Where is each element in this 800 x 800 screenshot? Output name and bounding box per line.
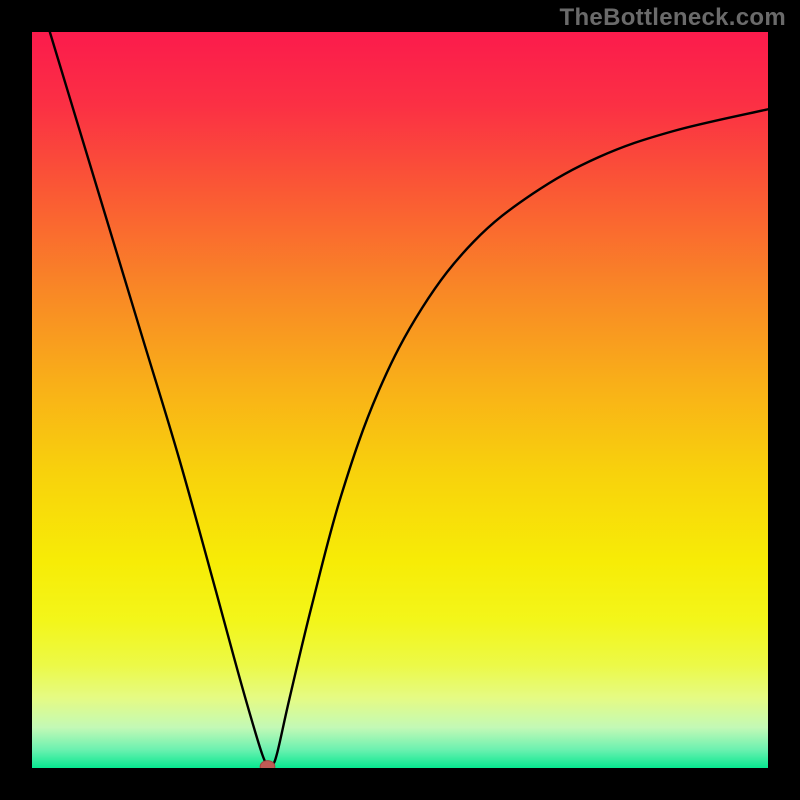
- bottleneck-chart: [32, 32, 768, 768]
- minimum-marker: [260, 761, 275, 768]
- chart-frame: TheBottleneck.com: [0, 0, 800, 800]
- plot-area: [32, 32, 768, 768]
- gradient-background: [32, 32, 768, 768]
- watermark-text: TheBottleneck.com: [560, 4, 786, 32]
